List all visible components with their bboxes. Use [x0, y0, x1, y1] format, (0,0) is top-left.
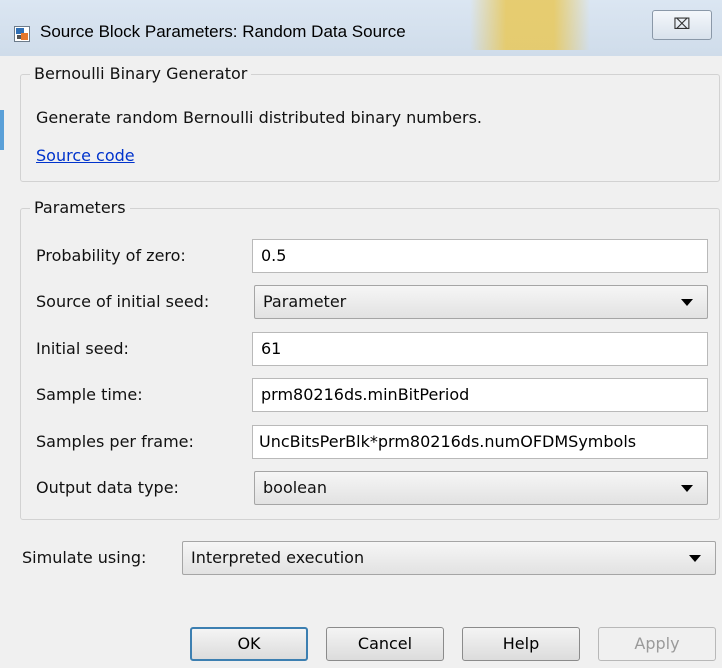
window-edge-accent	[0, 110, 4, 150]
ok-button[interactable]: OK	[190, 627, 308, 661]
description-group-title: Bernoulli Binary Generator	[30, 64, 252, 84]
initial-seed-input[interactable]: 61	[252, 332, 708, 366]
description-text: Generate random Bernoulli distributed bi…	[36, 108, 482, 127]
source-of-initial-seed-select[interactable]: Parameter	[254, 285, 708, 319]
simulate-using-select[interactable]: Interpreted execution	[182, 541, 716, 575]
source-code-link[interactable]: Source code	[36, 145, 135, 167]
close-icon: ⌧	[673, 15, 691, 33]
window-title: Source Block Parameters: Random Data Sou…	[40, 22, 406, 41]
output-data-type-label: Output data type:	[36, 478, 179, 497]
close-button[interactable]: ⌧	[652, 10, 712, 40]
chevron-down-icon	[681, 299, 693, 306]
probability-of-zero-label: Probability of zero:	[36, 246, 186, 265]
chevron-down-icon	[681, 485, 693, 492]
dialog-window: Source Block Parameters: Random Data Sou…	[0, 0, 722, 668]
simulate-using-value: Interpreted execution	[191, 548, 365, 567]
parameters-group-title: Parameters	[30, 198, 130, 218]
probability-of-zero-input[interactable]: 0.5	[252, 239, 708, 273]
samples-per-frame-input[interactable]: UncBitsPerBlk*prm80216ds.numOFDMSymbols	[252, 425, 708, 459]
simulate-using-label: Simulate using:	[22, 548, 147, 567]
cancel-button[interactable]: Cancel	[326, 627, 444, 661]
title-bar-glow	[470, 0, 590, 50]
chevron-down-icon	[689, 555, 701, 562]
output-data-type-value: boolean	[263, 478, 327, 497]
apply-button[interactable]: Apply	[598, 627, 716, 661]
source-of-initial-seed-label: Source of initial seed:	[36, 292, 210, 311]
output-data-type-select[interactable]: boolean	[254, 471, 708, 505]
help-button[interactable]: Help	[462, 627, 580, 661]
initial-seed-label: Initial seed:	[36, 339, 129, 358]
sample-time-label: Sample time:	[36, 385, 143, 404]
title-bar[interactable]: Source Block Parameters: Random Data Sou…	[0, 0, 722, 56]
simulink-block-icon	[14, 26, 30, 42]
sample-time-input[interactable]: prm80216ds.minBitPeriod	[252, 378, 708, 412]
source-of-initial-seed-value: Parameter	[263, 292, 347, 311]
samples-per-frame-label: Samples per frame:	[36, 432, 194, 451]
